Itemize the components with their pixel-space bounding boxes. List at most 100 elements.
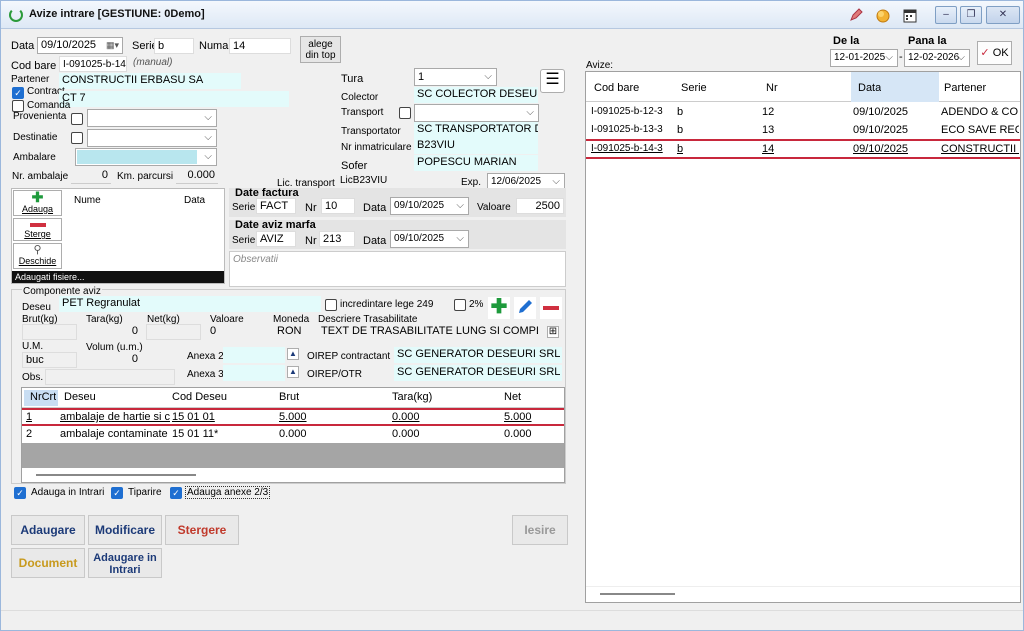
factura-serie-input[interactable]: FACT [256,198,296,214]
anexa2-input[interactable] [223,347,285,363]
adauga-intrari-checkbox[interactable]: ✓ [14,487,26,499]
factura-data-select[interactable]: 09/10/2025 [390,197,469,215]
brut-input[interactable] [22,324,77,340]
provenienta-checkbox[interactable] [71,113,83,125]
incredintare-checkbox[interactable] [325,299,337,311]
transport-select[interactable] [414,104,539,122]
calendar-dropdown-icon[interactable]: ▦▾ [106,39,119,52]
alege-din-top-button[interactable]: alege din top [300,36,341,63]
anexa3-label: Anexa 3 [187,369,224,380]
sofer-input[interactable]: POPESCU MARIAN [414,155,538,171]
table-row[interactable]: 2 ambalaje contaminate 15 01 11* 0.000 0… [22,426,564,443]
edit-component-icon[interactable] [514,297,536,319]
oirep-otr-input[interactable]: SC GENERATOR DESEURI SRL [394,365,562,381]
aviz-nr-input[interactable]: 213 [319,231,355,247]
menu-icon[interactable]: ☰ [540,69,565,93]
table-row[interactable]: I-091025-b-13-3 b 13 09/10/2025 ECO SAVE… [586,121,1020,139]
aviz-serie-input[interactable]: AVIZ [256,231,296,247]
close-button[interactable]: ✕ [986,6,1020,24]
stergere-button[interactable]: Stergere [165,515,239,545]
ok-button[interactable]: ✓ OK [977,41,1012,65]
colector-input[interactable]: SC COLECTOR DESEURI S [414,87,538,103]
components-scrollbar[interactable] [22,468,564,482]
avize-scrollbar[interactable] [586,586,1020,602]
factura-valoare-input[interactable]: 2500 [516,198,564,214]
aviz-data-select[interactable]: 09/10/2025 [390,230,469,248]
sterge-file-button[interactable]: Sterge [13,218,62,241]
transport-checkbox[interactable] [399,107,411,119]
delete-component-icon[interactable] [540,297,562,319]
coins-icon[interactable] [875,7,891,23]
avize-col-data[interactable]: Data [858,82,881,94]
numar-input[interactable]: 14 [229,38,291,54]
moneda-input[interactable]: RON [274,324,314,340]
col-nrcrt[interactable]: NrCrt [30,391,56,403]
adaugare-button[interactable]: Adaugare [11,515,85,545]
adaugare-intrari-button[interactable]: Adaugare in Intrari [88,548,162,578]
avize-col-nr[interactable]: Nr [766,82,778,94]
provenienta-select[interactable] [87,109,217,127]
de-la-select[interactable]: 12-01-2025 [830,49,898,67]
col-brut[interactable]: Brut [279,391,299,403]
contract-input[interactable]: CT 7 [59,91,289,107]
deseu-input[interactable]: PET Regranulat [59,296,321,312]
adauga-file-button[interactable]: ✚ Adauga [13,190,62,216]
expand-icon[interactable]: ⊞ [547,326,559,338]
contract-checkbox[interactable]: ✓ [12,87,24,99]
factura-nr-input[interactable]: 10 [321,198,355,214]
nr-inmatriculare-input[interactable]: B23VIU [414,138,538,154]
table-row[interactable]: I-091025-b-12-3 b 12 09/10/2025 ADENDO &… [586,103,1020,121]
pct-checkbox[interactable] [454,299,466,311]
row2-tara: 0.000 [392,428,420,440]
anexa2-up-icon[interactable]: ▲ [287,348,299,360]
destinatie-select[interactable] [87,129,217,147]
serie-input[interactable]: b [154,38,194,54]
nr-ambalaje-input[interactable]: 0 [71,168,111,184]
deschide-file-button[interactable]: ⚲ Deschide [13,243,62,269]
table-row[interactable]: 1 ambalaje de hartie si c... 15 01 01 5.… [22,408,564,426]
avize-scrollbar-thumb[interactable] [600,593,675,595]
calendar-icon[interactable] [903,7,917,23]
avize-col-serie[interactable]: Serie [681,82,707,94]
tiparire-checkbox[interactable]: ✓ [111,487,123,499]
cod-bare-input[interactable]: I-091025-b-14- [59,56,127,72]
destinatie-checkbox[interactable] [71,132,83,144]
date-picker[interactable]: 09/10/2025 ▦▾ [37,37,123,54]
net-input[interactable] [146,324,201,340]
avize-col-cod-bare[interactable]: Cod bare [594,82,639,94]
anexa3-up-icon[interactable]: ▲ [287,366,299,378]
km-input[interactable]: 0.000 [176,168,218,184]
tara-input[interactable]: 0 [81,324,141,340]
table-row[interactable]: I-091025-b-14-3 b 14 09/10/2025 CONSTRUC… [586,139,1020,159]
transportator-input[interactable]: SC TRANSPORTATOR DES [414,122,538,138]
pana-la-select[interactable]: 12-02-2026 [904,49,970,67]
observatii-textarea[interactable]: Observatii [229,251,566,287]
valoare-input[interactable]: 0 [207,324,267,340]
add-component-icon[interactable]: ✚ [488,297,510,319]
col-cod-deseu[interactable]: Cod Deseu [172,391,227,403]
obs-input[interactable] [45,369,175,385]
iesire-button[interactable]: Iesire [512,515,568,545]
col-deseu[interactable]: Deseu [64,391,96,403]
lic-transport-input[interactable]: LicB23VIU [337,173,453,189]
maximize-button[interactable]: ❐ [960,6,982,24]
descriere-input[interactable]: TEXT DE TRASABILITATE LUNG SI COMPLICAT [318,324,538,340]
tura-select[interactable]: 1 [414,68,497,86]
document-button[interactable]: Document [11,548,85,578]
adaugare-intrari-line1: Adaugare in [93,552,157,564]
files-footer[interactable]: Adaugati fisiere... [12,271,224,283]
scrollbar-thumb[interactable] [36,474,196,476]
col-tara[interactable]: Tara(kg) [392,391,432,403]
modificare-button[interactable]: Modificare [88,515,162,545]
volum-input[interactable]: 0 [81,352,141,368]
adauga-anexe-checkbox[interactable]: ✓ [170,487,182,499]
minimize-button[interactable]: – [935,6,957,24]
um-input[interactable]: buc [22,352,77,368]
avize-col-partener[interactable]: Partener [944,82,986,94]
pencil-icon[interactable] [849,8,863,22]
col-net[interactable]: Net [504,391,521,403]
partener-input[interactable]: CONSTRUCTII ERBASU SA [59,73,241,89]
oirep-contractant-input[interactable]: SC GENERATOR DESEURI SRL [394,347,562,363]
anexa3-input[interactable] [223,365,285,381]
ambalare-select[interactable] [75,148,217,166]
